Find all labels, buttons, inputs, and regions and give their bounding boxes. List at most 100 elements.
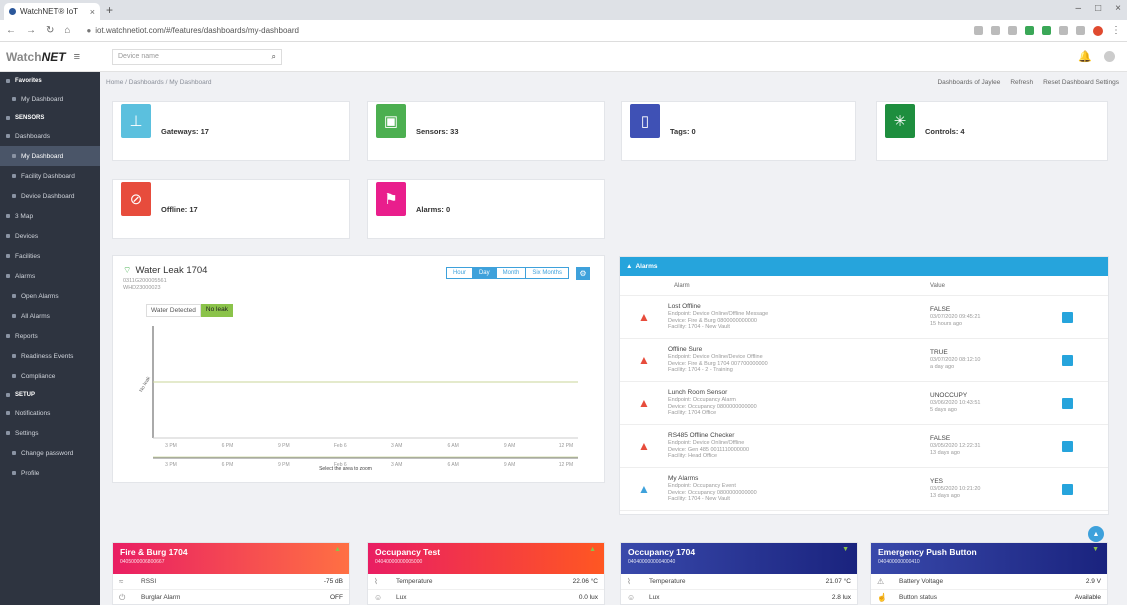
device-card-header: Fire & Burg 1704 0405000006800667 ▲ [113,543,349,574]
star-icon[interactable] [1008,26,1017,35]
alarm-row[interactable]: ▲ Offline Sure Endpoint: Device Online/Dev… [620,339,1108,382]
logo-suffix: NET [41,49,66,64]
sidebar-item[interactable]: My Dashboard [0,89,100,109]
sidebar-item[interactable]: 3 Map [0,206,100,226]
sidebar-item[interactable]: Compliance [0,366,100,386]
extension-icon[interactable] [1042,26,1051,35]
sidebar-item-icon [6,431,10,435]
thermometer-icon: ⌇ [374,577,378,586]
stat-card[interactable]: ⊥ Gateways: 17 [112,101,350,161]
sidebar-item: Favorites [0,72,100,89]
scroll-top-button[interactable]: ▲ [1088,526,1104,542]
y-tick-label: No leak [138,375,152,393]
device-card[interactable]: Occupancy Test 04040000000005000 ▲ ⌇ Tempera… [367,542,605,605]
extension-icon[interactable] [1059,26,1068,35]
maximize-icon[interactable]: □ [1095,3,1101,14]
acknowledge-button[interactable] [1062,440,1073,452]
minimize-icon[interactable]: – [1076,3,1082,14]
x-tick-label: 6 PM [222,443,234,449]
bell-icon[interactable]: 🔔 [1078,50,1092,63]
sidebar-item[interactable]: Notifications [0,403,100,423]
alarms-bell-icon: ▲ [626,263,633,270]
new-tab-button[interactable]: + [106,3,113,17]
refresh-link[interactable]: Refresh [1010,79,1033,86]
stat-label: Alarms: 0 [416,204,451,214]
sidebar-item[interactable]: Devices [0,226,100,246]
device-card[interactable]: Fire & Burg 1704 0405000006800667 ▲ ≈ RSSI -7… [112,542,350,605]
stat-card[interactable]: ⊘ Offline: 17 [112,179,350,239]
alarm-title: My Alarms [668,474,699,482]
device-reading-row: ☝ Button status Available [871,590,1107,604]
extension-icon[interactable] [991,26,1000,35]
back-icon[interactable]: ← [6,25,16,36]
user-avatar[interactable] [1104,51,1115,62]
close-icon[interactable]: × [90,7,95,17]
tab-title: WatchNET® IoT [20,7,79,16]
dashboards-of-link[interactable]: Dashboards of Jaylee [937,79,1000,86]
alarm-row[interactable]: ▲ RS485 Offline Checker Endpoint: Device O… [620,425,1108,468]
alarm-val: FALSE [930,305,951,313]
sidebar-item[interactable]: Alarms [0,266,100,286]
sidebar-item[interactable]: Profile [0,463,100,483]
sidebar-item[interactable]: Reports [0,326,100,346]
status-indicator-icon: ▼ [1092,546,1099,553]
search-icon[interactable]: ⌕ [272,52,276,62]
hamburger-icon[interactable]: ≡ [74,51,80,63]
stat-card[interactable]: ✳ Controls: 4 [876,101,1108,161]
thermometer-icon: ⌇ [627,577,631,586]
reset-dashboard-link[interactable]: Reset Dashboard Settings [1043,79,1119,86]
reading-label: Temperature [649,578,686,585]
extension-icon[interactable] [1076,26,1085,35]
sidebar-item-label: SETUP [15,391,36,398]
sidebar-item-label: Open Alarms [21,292,59,300]
acknowledge-button[interactable] [1062,397,1073,409]
alarm-row[interactable]: ▲ Lunch Room Sensor Endpoint: Occupancy Al… [620,382,1108,425]
forward-icon[interactable]: → [26,25,36,36]
sidebar-item[interactable]: Dashboards [0,126,100,146]
sidebar-item[interactable]: Open Alarms [0,286,100,306]
navigator-tick-label: 6 AM [447,462,458,468]
status-indicator-icon: ▼ [842,546,849,553]
acknowledge-button[interactable] [1062,354,1073,366]
alarm-row[interactable]: ▲ Lost Offline Endpoint: Device Online/Off… [620,296,1108,339]
alarm-description: Offline Sure Endpoint: Device Online/Devi… [668,346,930,374]
sidebar-item[interactable]: Device Dashboard [0,186,100,206]
url-field[interactable]: ● iot.watchnetiot.com/#/features/dashboa… [80,23,974,39]
browser-tab[interactable]: WatchNET® IoT × [4,3,100,20]
extension-icon[interactable] [974,26,983,35]
navigator-tick-label: 9 PM [278,462,290,468]
reload-icon[interactable]: ↻ [46,25,54,36]
device-card[interactable]: Emergency Push Button 040400000000410 ▼ ⚠ Ba… [870,542,1108,605]
home-icon[interactable]: ⌂ [64,25,70,36]
acknowledge-button[interactable] [1062,311,1073,323]
alarm-description: RS485 Offline Checker Endpoint: Device On… [668,431,930,460]
sidebar-item[interactable]: All Alarms [0,306,100,326]
extension-icon[interactable] [1025,26,1034,35]
x-tick-label: 12 PM [559,443,573,449]
sidebar-item-icon [6,274,10,278]
acknowledge-button[interactable] [1062,483,1073,495]
sidebar-item[interactable]: Settings [0,423,100,443]
sidebar-item[interactable]: My Dashboard [0,146,100,166]
sidebar-item-icon [12,451,16,455]
stat-card[interactable]: ▯ Tags: 0 [621,101,856,161]
alarm-val: TRUE [930,348,948,356]
sidebar-item[interactable]: Change password [0,443,100,463]
alarm-val: FALSE [930,434,951,442]
stat-card[interactable]: ▣ Sensors: 33 [367,101,605,161]
navigator-tick-label: 12 PM [559,462,573,468]
window-close-icon[interactable]: × [1115,3,1121,14]
alarm-title: RS485 Offline Checker [668,431,735,439]
menu-dots-icon[interactable]: ⋮ [1111,25,1121,36]
search-input[interactable]: Device name ⌕ [112,48,282,65]
sidebar-item[interactable]: Facilities [0,246,100,266]
device-reading-row: ≈ RSSI -75 dB [113,574,349,590]
sidebar-item[interactable]: Facility Dashboard [0,166,100,186]
stat-card[interactable]: ⚑ Alarms: 0 [367,179,605,239]
alarm-row[interactable]: ▲ My Alarms Endpoint: Occupancy Event Devic… [620,468,1108,511]
profile-icon[interactable] [1093,25,1103,36]
device-card[interactable]: Occupancy 1704 04040000000040040 ▼ ⌇ Tempera… [620,542,858,605]
sidebar-item[interactable]: Readiness Events [0,346,100,366]
sidebar-item-icon [12,374,16,378]
x-tick-label: 3 PM [165,443,177,449]
